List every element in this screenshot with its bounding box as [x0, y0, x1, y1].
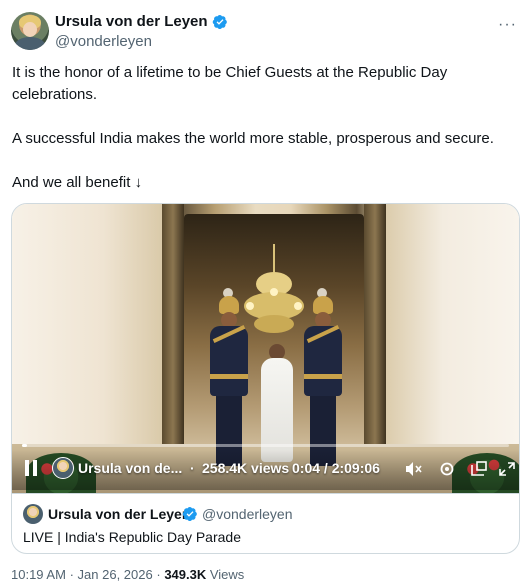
settings-gear-icon[interactable]: [438, 461, 456, 477]
author-avatar[interactable]: [11, 12, 49, 50]
video-player[interactable]: Ursula von de... · 258.4K views 0:04 / 2…: [12, 204, 519, 493]
channel-avatar: [52, 457, 74, 479]
video-progress-bar[interactable]: [22, 444, 509, 447]
card-verified-badge-icon: [182, 506, 197, 522]
card-footer[interactable]: Ursula von der Leyen @vonderleyen LIVE |…: [12, 493, 519, 553]
video-channel-name: Ursula von de...: [78, 460, 183, 476]
pause-icon[interactable]: [24, 460, 38, 476]
tweet-date[interactable]: Jan 26, 2026: [78, 567, 153, 582]
video-progress-fill: [22, 444, 27, 447]
pop-out-icon[interactable]: [470, 461, 488, 477]
meta-separator-1: ·: [69, 567, 74, 582]
card-author-name: Ursula von der Leyen: [48, 506, 191, 522]
author-display-name[interactable]: Ursula von der Leyen: [55, 12, 208, 32]
video-controls: Ursula von de... · 258.4K views 0:04 / 2…: [12, 450, 519, 490]
card-author-handle: @vonderleyen: [202, 506, 293, 522]
tweet-views-count: 349.3K: [164, 567, 207, 582]
fullscreen-icon[interactable]: [498, 461, 516, 477]
embedded-video-card[interactable]: Ursula von de... · 258.4K views 0:04 / 2…: [11, 203, 520, 554]
guard-right: [302, 288, 344, 466]
tweet-text: It is the honor of a lifetime to be Chie…: [12, 62, 522, 194]
tweet-header: Ursula von der Leyen @vonderleyen ···: [11, 10, 519, 54]
card-video-title: LIVE | India's Republic Day Parade: [23, 529, 241, 545]
author-name-block: Ursula von der Leyen @vonderleyen: [55, 12, 228, 52]
tweet-views-label: Views: [209, 567, 245, 582]
video-views: 258.4K views: [202, 460, 290, 476]
tweet-time[interactable]: 10:19 AM: [11, 567, 66, 582]
avatar-body: [15, 37, 45, 50]
tweet-paragraph-1: It is the honor of a lifetime to be Chie…: [12, 64, 448, 103]
more-horizontal-icon[interactable]: ···: [498, 16, 517, 34]
tweet-meta: 10:19 AM · Jan 26, 2026 · 349.3K Views: [11, 566, 244, 584]
video-separator: ·: [190, 460, 195, 476]
tweet-paragraph-2: A successful India makes the world more …: [12, 130, 494, 147]
author-handle[interactable]: @vonderleyen: [55, 32, 228, 52]
volume-muted-icon[interactable]: [405, 461, 423, 477]
author-name-row: Ursula von der Leyen: [55, 12, 228, 32]
video-time-display: 0:04 / 2:09:06: [292, 460, 380, 476]
tweet-paragraph-3: And we all benefit ↓: [12, 174, 143, 191]
avatar-face: [23, 22, 37, 37]
verified-badge-icon: [212, 14, 227, 30]
guard-left: [208, 288, 250, 466]
card-author-avatar: [23, 504, 43, 524]
meta-separator-2: ·: [156, 567, 161, 582]
